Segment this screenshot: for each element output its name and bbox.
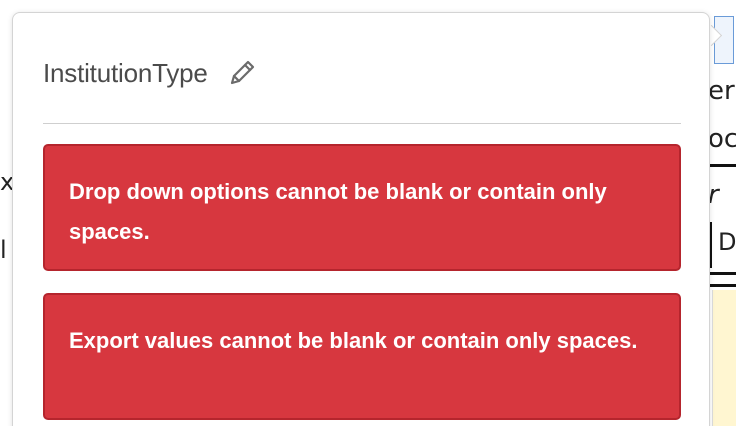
popover-header: InstitutionType [43,57,258,89]
background-text-fragment: er [708,76,735,106]
background-text-fragment: D [718,228,736,256]
highlighted-field-area [712,290,736,426]
header-divider [43,123,681,124]
field-properties-popover: InstitutionType Drop down options cannot… [12,12,710,426]
background-rule [710,284,736,287]
background-text-fragment: x [0,168,12,196]
field-name-label: InstitutionType [43,57,208,88]
background-text-fragment: l [0,236,7,264]
background-text-fragment: oc [708,124,736,154]
pencil-icon [230,60,254,85]
error-message-export-values: Export values cannot be blank or contain… [43,293,681,420]
background-rule [710,164,736,167]
error-text: Export values cannot be blank or contain… [69,328,638,353]
error-message-options: Drop down options cannot be blank or con… [43,144,681,271]
edit-field-name-button[interactable] [226,57,258,89]
error-text: Drop down options cannot be blank or con… [69,179,607,244]
background-rule [710,272,736,275]
screen: x l er oc r D InstitutionType Drop down … [0,0,736,426]
